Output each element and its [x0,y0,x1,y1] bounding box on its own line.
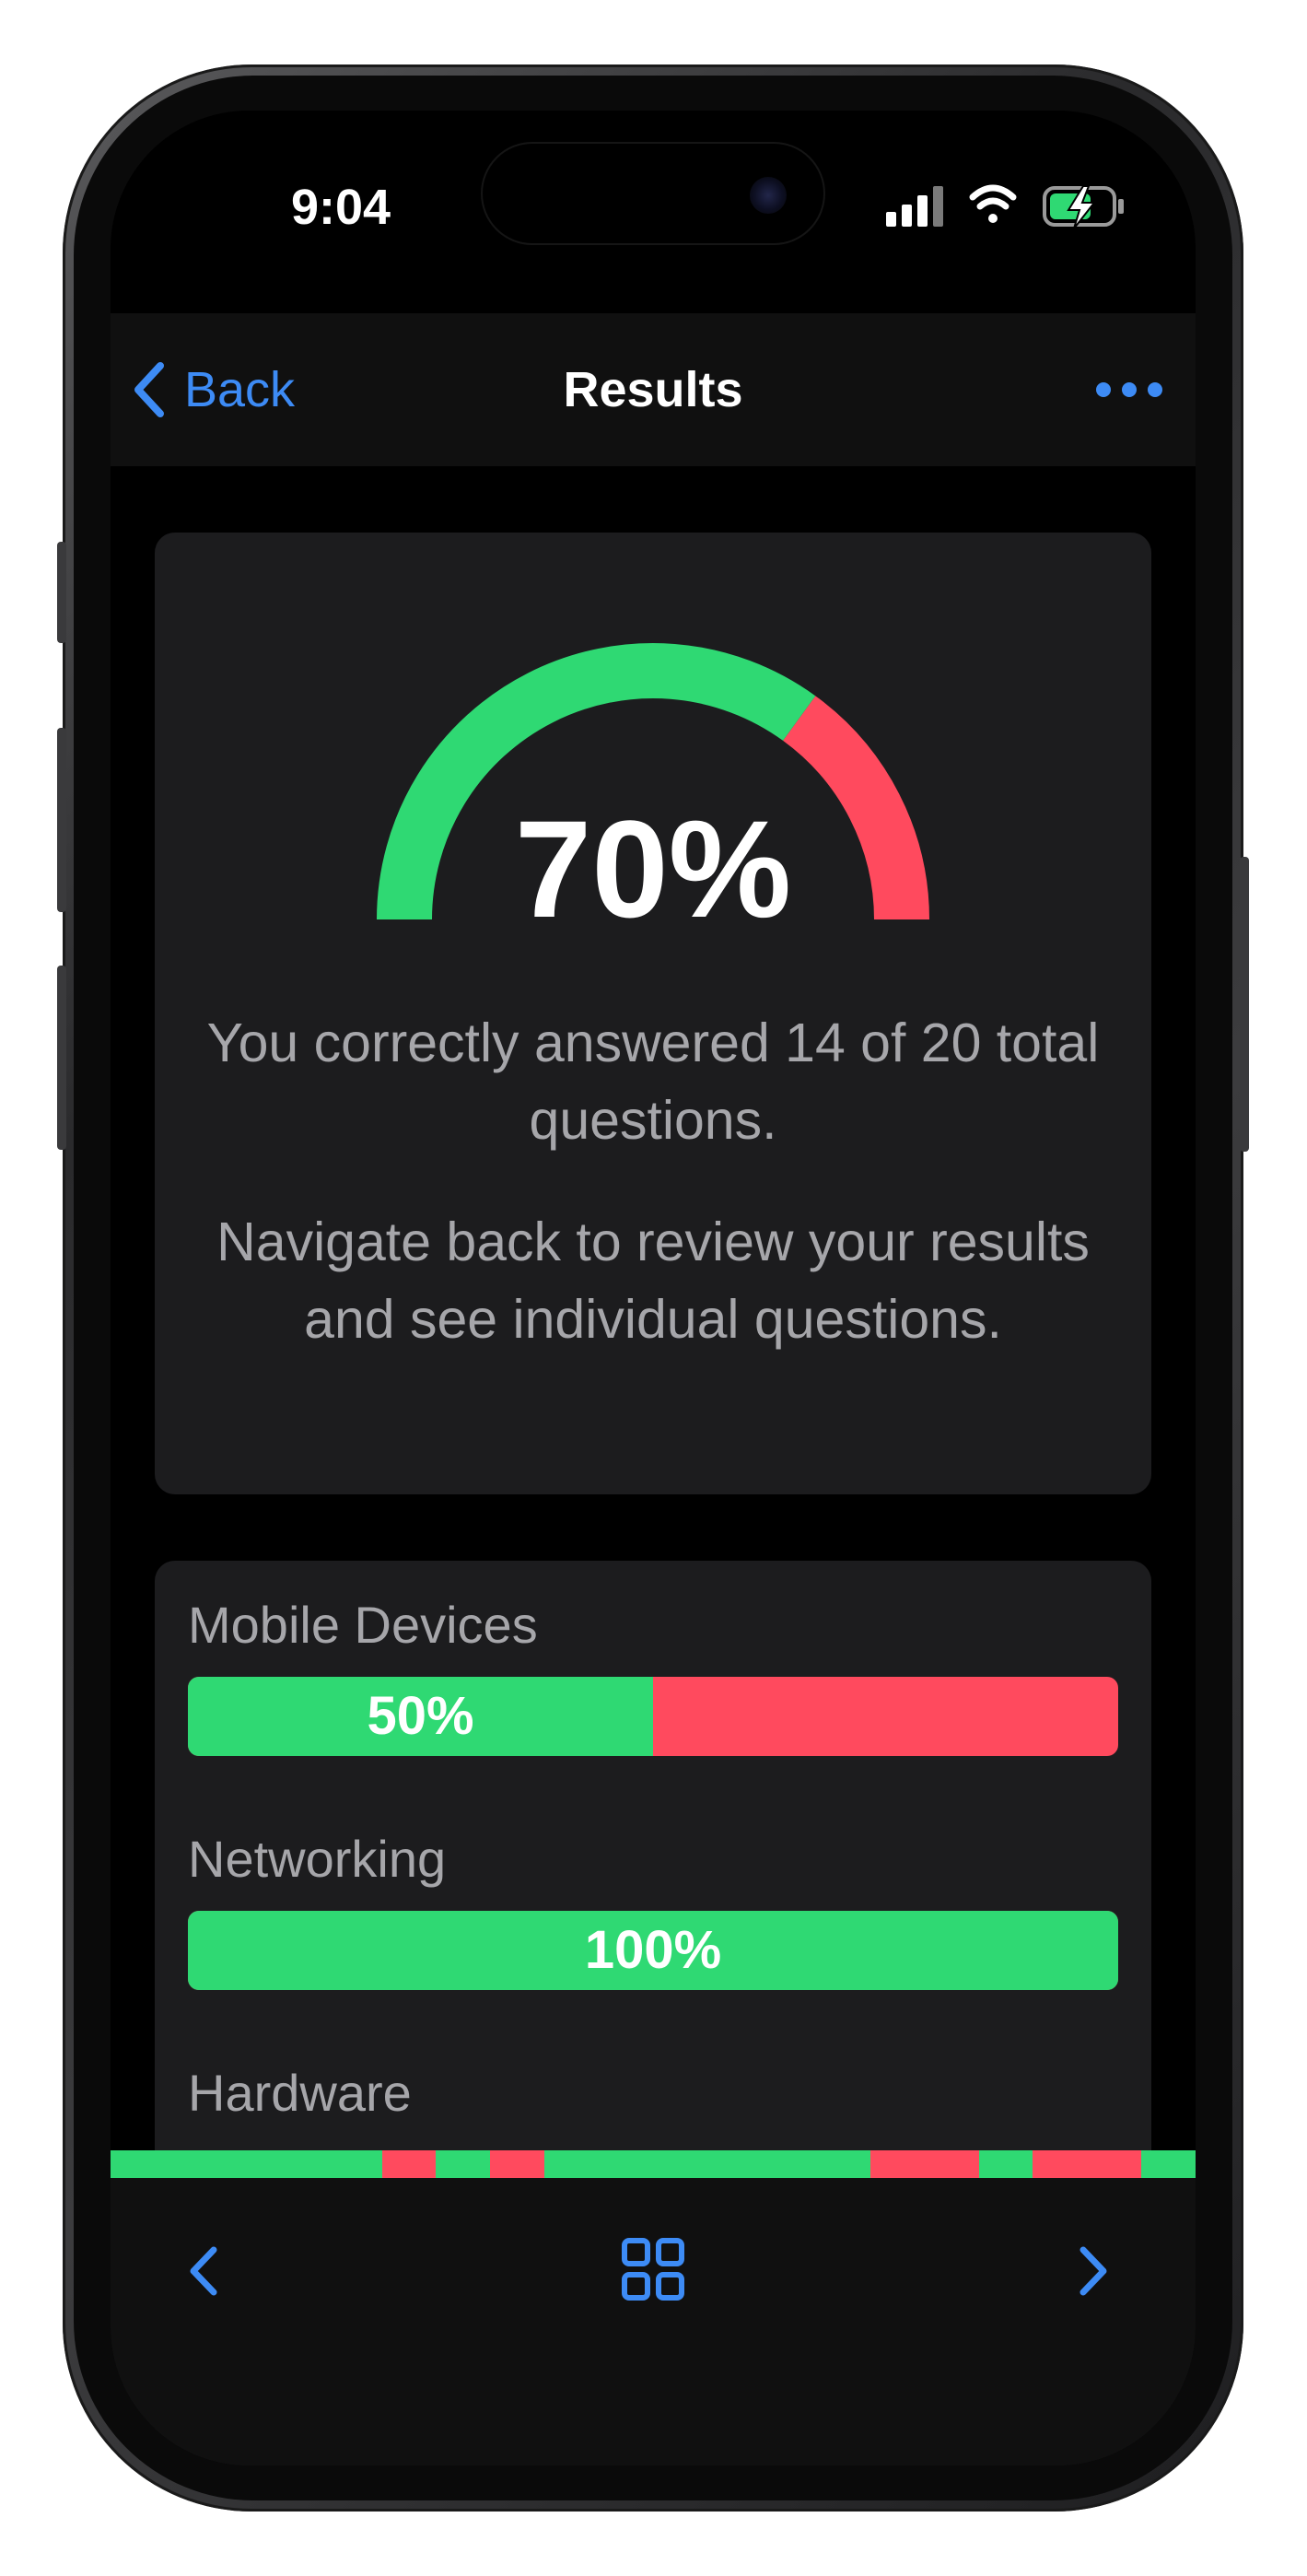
previous-question-button[interactable] [184,2239,221,2308]
question-result-17 [978,2150,1033,2178]
next-question-button[interactable] [1076,2239,1113,2308]
question-result-13 [761,2150,816,2178]
category-label-mobile-devices: Mobile Devices [188,1596,538,1654]
question-result-20 [1141,2150,1196,2178]
volume-up-button [57,728,66,912]
category-label-networking: Networking [188,1830,447,1888]
question-result-10 [599,2150,654,2178]
category-label-hardware: Hardware [188,2064,412,2122]
question-result-8 [490,2150,545,2178]
dynamic-island [481,142,825,245]
question-result-strip [111,2150,1196,2178]
question-grid-button[interactable] [621,2237,685,2306]
score-card: 70% You correctly answered 14 of 20 tota… [155,533,1151,1494]
question-result-4 [273,2150,328,2178]
action-button [57,542,66,643]
status-time: 9:04 [290,180,391,235]
question-result-6 [381,2150,437,2178]
score-percent: 70% [514,791,792,946]
score-hint: Navigate back to review your results and… [216,1212,1090,1350]
category-bar-networking: 100% [188,1911,1118,1990]
more-button[interactable] [1092,367,1166,413]
question-result-7 [436,2150,491,2178]
battery-charging-icon [1043,185,1124,229]
camera-icon [750,177,787,214]
cellular-signal-icon [886,186,943,227]
category-percent: 50% [367,1686,474,1746]
question-result-9 [544,2150,600,2178]
chevron-left-icon [190,2246,217,2296]
question-result-1 [111,2150,165,2178]
bottom-toolbar [111,2178,1196,2465]
screen: 9:04 Back Results 70% You correctly answ… [111,111,1196,2465]
question-result-2 [164,2150,219,2178]
volume-down-button [57,966,66,1150]
question-result-11 [653,2150,707,2178]
score-summary: You correctly answered 14 of 20 total qu… [206,1013,1100,1151]
question-result-3 [218,2150,274,2178]
category-bar-mobile-devices: 50% [188,1677,1118,1756]
grid-icon [622,2238,684,2301]
status-icons-svg [886,184,1124,229]
question-result-19 [1087,2150,1142,2178]
question-result-12 [706,2150,762,2178]
question-result-14 [815,2150,870,2178]
status-icons [886,173,1162,238]
navigation-bar: Back Results [111,313,1196,466]
question-result-16 [924,2150,979,2178]
wifi-icon [969,184,1017,223]
question-result-15 [869,2150,925,2178]
side-button [1240,857,1249,1152]
question-result-5 [327,2150,382,2178]
ellipsis-icon [1096,382,1162,397]
page-title: Results [563,362,743,417]
question-result-18 [1033,2150,1088,2178]
chevron-right-icon [1079,2246,1107,2296]
category-percent: 100% [584,1920,722,1980]
